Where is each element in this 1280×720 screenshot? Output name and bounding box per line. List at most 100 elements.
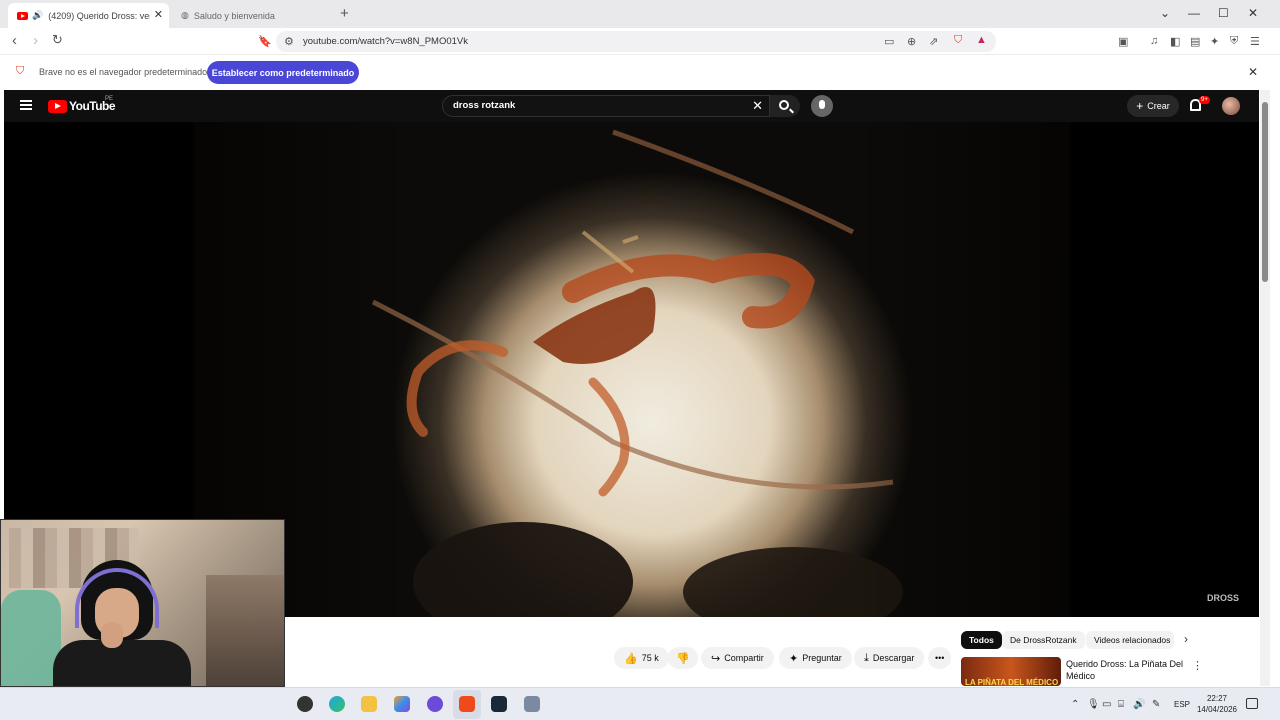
notifications-icon[interactable]	[1246, 698, 1258, 709]
brave-taskbar-icon[interactable]	[459, 696, 475, 712]
chair	[1, 590, 61, 686]
plus-icon: +	[1136, 99, 1144, 113]
set-default-button[interactable]: Establecer como predeterminado	[207, 61, 359, 84]
close-window-button[interactable]: ✕	[1248, 6, 1258, 20]
ask-button[interactable]: ✦ Preguntar	[779, 647, 852, 669]
search-icon	[779, 100, 789, 110]
microphone-icon	[819, 100, 825, 109]
speaker-icon: 🔊	[32, 10, 44, 20]
tab-youtube[interactable]: 🔊 (4209) Querido Dross: vengó ✕	[8, 3, 169, 28]
address-bar[interactable]: ⚙ youtube.com/watch?v=w8N_PMO01Vk ▭ ⊕ ⇗ …	[276, 31, 996, 52]
share-button[interactable]: ↪ Compartir	[701, 647, 774, 669]
shelf	[206, 575, 284, 686]
voice-search-button[interactable]	[811, 95, 833, 117]
sparkle-icon: ✦	[789, 652, 799, 665]
obs-icon[interactable]	[297, 696, 313, 712]
youtube-logo-icon[interactable]	[48, 100, 67, 113]
display-tray-icon[interactable]: ▭	[1102, 699, 1111, 710]
back-button[interactable]: ‹	[12, 32, 17, 49]
screen: 🔊 (4209) Querido Dross: vengó ✕ ◍ Saludo…	[0, 0, 1280, 720]
tab-title: (4209) Querido Dross: vengó	[48, 10, 150, 21]
leo-ai-icon[interactable]: ✦	[1210, 35, 1219, 48]
share-arrow-icon: ↪	[711, 652, 721, 665]
tray-overflow-chevron-icon[interactable]: ⌃	[1071, 699, 1079, 710]
download-button[interactable]: ⤓ Descargar	[854, 647, 925, 669]
dislike-button[interactable]: 👎	[668, 647, 698, 669]
share-icon[interactable]: ⇗	[929, 35, 938, 48]
system-clock[interactable]: 22:27 14/04/2026	[1196, 693, 1238, 715]
file-explorer-icon[interactable]	[361, 696, 377, 712]
edge-icon[interactable]	[329, 696, 345, 712]
volume-tray-icon[interactable]: 🔊	[1133, 699, 1145, 710]
split-view-icon[interactable]: ◧	[1170, 35, 1180, 48]
clear-search-icon[interactable]: ✕	[752, 98, 763, 114]
brave-shields-icon[interactable]: ⛉	[954, 34, 962, 47]
copilot-icon[interactable]	[394, 696, 410, 712]
search-button[interactable]	[770, 95, 800, 117]
thumbs-down-icon: 👎	[676, 652, 690, 665]
infobar-message: Brave no es el navegador predeterminado	[39, 67, 208, 77]
forward-button[interactable]: ›	[33, 32, 38, 49]
search-box[interactable]: ✕	[442, 95, 770, 117]
chip-videos-relacionados[interactable]: Videos relacionados	[1086, 631, 1174, 649]
reload-button[interactable]: ↻	[52, 32, 63, 48]
page-scrollbar[interactable]	[1260, 90, 1270, 686]
sidebar-icon[interactable]: ▣	[1118, 35, 1128, 48]
hamburger-menu-icon[interactable]	[20, 100, 32, 110]
globe-icon: ◍	[181, 10, 189, 20]
create-button[interactable]: + Crear	[1127, 95, 1179, 117]
video-vignette	[193, 122, 1071, 617]
scrollbar-thumb[interactable]	[1262, 102, 1268, 282]
download-label: Descargar	[872, 653, 915, 663]
user-avatar[interactable]	[1222, 97, 1240, 115]
browser-toolbar: ‹ › ↻ 🔖 ⚙ youtube.com/watch?v=w8N_PMO01V…	[0, 28, 1280, 55]
ask-label: Preguntar	[802, 653, 842, 663]
microphone-tray-icon[interactable]: 🎙	[1087, 699, 1100, 710]
more-actions-button[interactable]: •••	[928, 647, 952, 669]
vpn-icon[interactable]: ⛨	[1230, 35, 1238, 48]
input-language[interactable]: ESP	[1174, 700, 1190, 709]
channel-watermark[interactable]: DROSS	[1207, 593, 1239, 603]
windows-taskbar: ⌃ 🎙 ▭ ⌸ 🔊 ✎ ESP 22:27 14/04/2026	[0, 687, 1280, 720]
webcam-overlay	[0, 519, 285, 687]
chip-de-drossrotzank[interactable]: De DrossRotzank	[1002, 631, 1085, 649]
default-browser-infobar: ⛉ Brave no es el navegador predeterminad…	[0, 55, 1270, 90]
more-icon: •••	[935, 653, 945, 663]
like-count: 75 k	[641, 653, 659, 663]
network-tray-icon[interactable]: ⌸	[1118, 699, 1124, 710]
tab-strip: 🔊 (4209) Querido Dross: vengó ✕ ◍ Saludo…	[0, 0, 1280, 28]
new-tab-button[interactable]: +	[340, 5, 349, 22]
like-button[interactable]: 👍 75 k	[614, 647, 669, 669]
search-input[interactable]	[453, 100, 733, 111]
close-tab-icon[interactable]: ✕	[154, 8, 163, 21]
cast-icon[interactable]: ▭	[884, 35, 894, 48]
recommendation-thumbnail[interactable]: LA PIÑATA DEL MÉDICO	[961, 657, 1061, 686]
tab-welcome[interactable]: ◍ Saludo y bienvenida	[172, 3, 334, 28]
youtube-header: YouTube PE ✕ + Crear 9+	[4, 90, 1259, 122]
site-settings-icon[interactable]: ⚙	[284, 35, 294, 48]
clock-time: 22:27	[1206, 694, 1228, 703]
pen-tray-icon[interactable]: ✎	[1152, 699, 1160, 710]
app-window-icon[interactable]	[524, 696, 540, 712]
zoom-icon[interactable]: ⊕	[907, 35, 916, 48]
chip-todos[interactable]: Todos	[961, 631, 1002, 649]
chips-next-chevron-icon[interactable]: ›	[1184, 632, 1188, 646]
url-text: youtube.com/watch?v=w8N_PMO01Vk	[303, 36, 469, 47]
streamer-hand	[101, 622, 123, 648]
discord-icon[interactable]	[427, 696, 443, 712]
clock-date: 14/04/2026	[1196, 705, 1238, 714]
wallet-icon[interactable]: ▤	[1190, 35, 1200, 48]
bookmark-icon[interactable]: 🔖	[258, 35, 272, 48]
music-icon[interactable]: ♫	[1150, 35, 1158, 47]
tab-list-chevron-icon[interactable]: ⌄	[1160, 6, 1170, 20]
recommendation-title[interactable]: Querido Dross: La Piñata Del Médico	[1066, 658, 1186, 682]
video-frame	[193, 122, 1071, 617]
maximize-button[interactable]: ☐	[1218, 6, 1229, 20]
tab-title: Saludo y bienvenida	[193, 10, 275, 21]
steam-icon[interactable]	[491, 696, 507, 712]
menu-icon[interactable]: ☰	[1250, 35, 1260, 48]
recommendation-menu-icon[interactable]: ⋮	[1192, 659, 1203, 672]
minimize-button[interactable]: —	[1188, 6, 1200, 20]
close-infobar-icon[interactable]: ✕	[1248, 65, 1258, 79]
brave-rewards-icon[interactable]: ▲	[976, 34, 987, 46]
